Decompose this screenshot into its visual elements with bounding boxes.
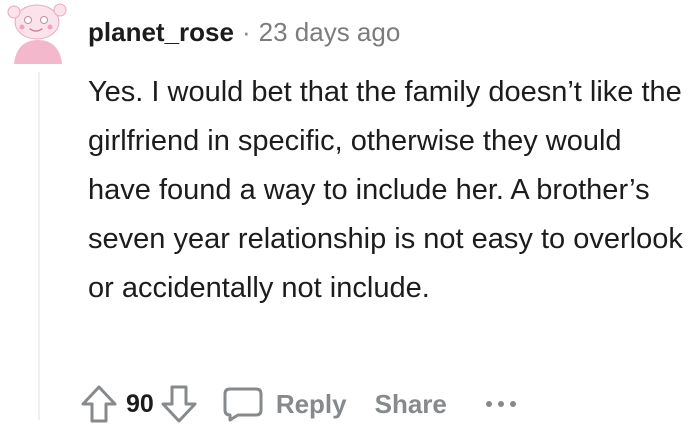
share-button[interactable]: Share bbox=[375, 389, 447, 420]
comment: planet_rose · 23 days ago Yes. I would b… bbox=[0, 0, 700, 423]
avatar[interactable] bbox=[6, 0, 70, 64]
meta-separator: · bbox=[241, 16, 251, 47]
downvote-icon[interactable] bbox=[160, 384, 198, 424]
reply-button[interactable]: Reply bbox=[222, 386, 347, 422]
upvote-icon[interactable] bbox=[80, 384, 118, 424]
share-label: Share bbox=[374, 388, 447, 419]
more-options-icon bbox=[483, 394, 519, 414]
vote-score: 90 bbox=[126, 389, 154, 418]
username[interactable]: planet_rose bbox=[88, 17, 234, 48]
more-options-button[interactable] bbox=[483, 394, 519, 414]
timestamp[interactable]: 23 days ago bbox=[259, 17, 401, 48]
reply-label: Reply bbox=[275, 388, 347, 419]
comment-body: Yes. I would bet that the family doesn’t… bbox=[88, 76, 683, 304]
comment-bubble-icon bbox=[222, 386, 264, 422]
comment-header: planet_rose · 23 days ago bbox=[88, 12, 400, 52]
comment-actions: 90 Reply Share bbox=[80, 382, 519, 426]
snoo-avatar-icon bbox=[7, 3, 67, 64]
thread-line[interactable] bbox=[38, 72, 40, 420]
